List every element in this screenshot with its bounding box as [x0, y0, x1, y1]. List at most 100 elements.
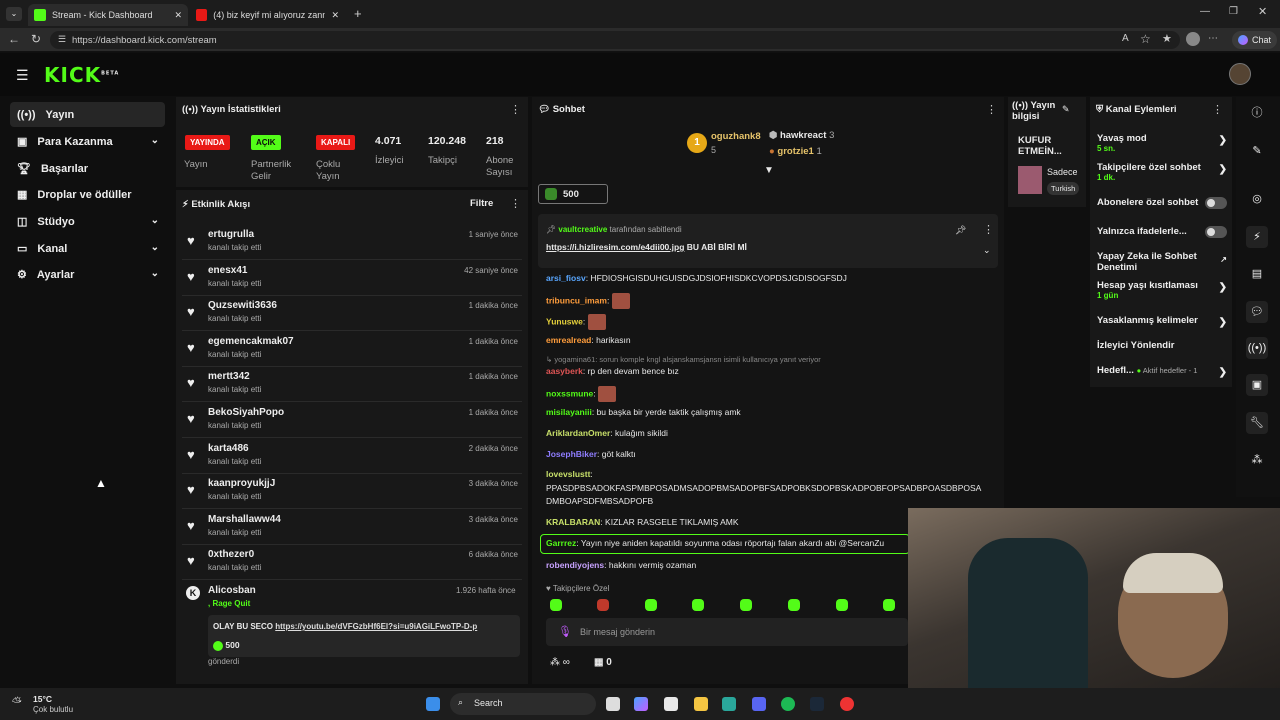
- emote-only-action[interactable]: Yalnızca ifadelerle...: [1097, 226, 1227, 238]
- sidebar-item-yayin[interactable]: ((•)) Yayın: [10, 102, 165, 127]
- kick-logo[interactable]: KICKBETA: [44, 63, 119, 87]
- sidebar-item-droplar[interactable]: ▦ Droplar ve ödüller: [10, 182, 165, 207]
- edit-icon[interactable]: ✎: [1062, 104, 1070, 115]
- host-action[interactable]: İzleyici Yönlendir: [1097, 340, 1227, 351]
- more-menu-icon[interactable]: ⋯: [1208, 33, 1218, 44]
- chat-username[interactable]: JosephBiker: [546, 449, 597, 459]
- layout-icon[interactable]: ▣: [1246, 374, 1268, 396]
- reload-icon[interactable]: ↻: [31, 32, 41, 46]
- edge-icon[interactable]: [722, 697, 736, 711]
- chat-username[interactable]: Yunuswe: [546, 316, 583, 326]
- camera-icon[interactable]: ◎: [1246, 188, 1268, 210]
- favorite-star-icon[interactable]: ☆: [1140, 32, 1151, 46]
- copilot-icon[interactable]: [634, 697, 648, 711]
- stats-menu-icon[interactable]: ⋮: [510, 103, 521, 116]
- new-tab-icon[interactable]: +: [354, 6, 362, 21]
- subscribers-only-action[interactable]: Abonelere özel sohbet: [1097, 197, 1227, 209]
- chat-username[interactable]: misilayaniii: [546, 407, 592, 417]
- pinned-menu-icon[interactable]: ⋮: [983, 223, 994, 236]
- goals-action[interactable]: Hedefl... ● Aktif hedefler - 1 ❯: [1097, 365, 1227, 378]
- chat-icon[interactable]: 💬︎: [1246, 301, 1268, 323]
- sidebar-item-kanal[interactable]: ▭ Kanal ⌄: [10, 236, 165, 261]
- tab-list-icon[interactable]: ⌄: [6, 7, 22, 21]
- back-icon[interactable]: ←: [8, 32, 20, 46]
- read-aloud-icon[interactable]: A: [1122, 33, 1129, 44]
- category-thumbnail[interactable]: [1018, 166, 1042, 194]
- emote-icon[interactable]: [740, 599, 752, 611]
- activity-name[interactable]: Quzsewiti3636: [208, 300, 277, 311]
- tab-youtube[interactable]: (4) biz keyif mi alıyoruz zannediyo ✕: [190, 4, 345, 26]
- url-input[interactable]: ☰ https://dashboard.kick.com/stream: [50, 31, 1180, 49]
- activity-name[interactable]: karta486: [208, 443, 249, 454]
- kicks-pill[interactable]: 500: [538, 184, 608, 204]
- activity-name[interactable]: enesx41: [208, 265, 247, 276]
- emote-only-toggle[interactable]: [1205, 226, 1227, 238]
- chat-input[interactable]: 🎙︎ Bir mesaj gönderin: [546, 618, 908, 646]
- pinned-link[interactable]: https://i.hizliresim.com/e4dii00.jpg: [546, 242, 684, 252]
- emote-icon[interactable]: [597, 599, 609, 611]
- spotify-icon[interactable]: [781, 697, 795, 711]
- emote-icon[interactable]: [883, 599, 895, 611]
- discord-icon[interactable]: [752, 697, 766, 711]
- top-gifter-1[interactable]: oguzhank8: [711, 131, 761, 142]
- edit-icon[interactable]: ✎: [1246, 140, 1268, 162]
- chat-username[interactable]: emrealread: [546, 335, 591, 345]
- subscribers-only-toggle[interactable]: [1205, 197, 1227, 209]
- bolt-icon[interactable]: ⚡︎: [1246, 226, 1268, 248]
- store-icon[interactable]: [664, 697, 678, 711]
- user-avatar[interactable]: [1229, 63, 1251, 85]
- sidebar-item-studyo[interactable]: ◫ Stüdyo ⌄: [10, 209, 165, 234]
- expand-icon[interactable]: ▼: [764, 165, 774, 176]
- document-icon[interactable]: ▤: [1246, 263, 1268, 285]
- info-icon[interactable]: ⓘ: [1246, 102, 1268, 124]
- microphone-icon[interactable]: 🎙︎: [558, 625, 572, 638]
- gift-counter[interactable]: ▦ 0: [594, 657, 612, 668]
- site-info-icon[interactable]: ☰: [58, 34, 66, 45]
- chevron-down-icon[interactable]: ⌄: [983, 245, 991, 256]
- close-window-icon[interactable]: ✕: [1258, 5, 1267, 18]
- slow-mode-action[interactable]: Yavaş mod 5 sn. ❯: [1097, 133, 1227, 153]
- chat-username[interactable]: AriklardanOmer: [546, 428, 610, 438]
- chat-username[interactable]: noxssmune: [546, 388, 593, 398]
- emote-icon[interactable]: [836, 599, 848, 611]
- account-age-action[interactable]: Hesap yaşı kısıtlaması 1 gün ❯: [1097, 280, 1227, 300]
- sidebar-item-basarilar[interactable]: 🏆︎ Başarılar: [10, 156, 165, 181]
- followers-only-action[interactable]: Takipçilere özel sohbet 1 dk. ❯: [1097, 162, 1227, 182]
- chat-username[interactable]: arsi_fiosv: [546, 273, 586, 283]
- favorites-icon[interactable]: ★: [1162, 32, 1172, 45]
- task-view-icon[interactable]: [606, 697, 620, 711]
- activity-name[interactable]: mertt342: [208, 371, 250, 382]
- hamburger-menu-icon[interactable]: ☰: [16, 67, 29, 84]
- maximize-icon[interactable]: ❐: [1229, 6, 1238, 17]
- activity-menu-icon[interactable]: ⋮: [510, 197, 521, 210]
- wrench-icon[interactable]: 🔧︎: [1246, 412, 1268, 434]
- app-icon[interactable]: [840, 697, 854, 711]
- profile-avatar[interactable]: [1186, 32, 1200, 46]
- file-explorer-icon[interactable]: [694, 697, 708, 711]
- emote-icon[interactable]: [550, 599, 562, 611]
- taskbar-search[interactable]: ⌕ Search: [450, 693, 596, 715]
- broadcast-icon[interactable]: ((•)): [1246, 337, 1268, 359]
- banned-words-action[interactable]: Yasaklanmış kelimeler ❯: [1097, 315, 1227, 328]
- activity-name[interactable]: ertugrulla: [208, 229, 254, 240]
- steam-icon[interactable]: [810, 697, 824, 711]
- windows-start-icon[interactable]: [426, 697, 440, 711]
- activity-name[interactable]: Marshallaww44: [208, 514, 281, 525]
- infinity-icon[interactable]: ⁂ ∞: [550, 657, 570, 668]
- close-icon[interactable]: ✕: [174, 10, 182, 21]
- sidebar-item-ayarlar[interactable]: ⚙ Ayarlar ⌄: [10, 262, 165, 287]
- youtube-link[interactable]: https://youtu.be/dVFGzbHf6El?si=u9iAGiLF…: [275, 622, 477, 631]
- chat-username[interactable]: lovevslustt: [546, 469, 590, 479]
- top-gifter-3[interactable]: ● grotzie1 1: [769, 146, 822, 157]
- emote-icon[interactable]: [788, 599, 800, 611]
- tab-kick-dashboard[interactable]: Stream - Kick Dashboard ✕: [28, 4, 188, 26]
- activity-name[interactable]: egemencakmak07: [208, 336, 294, 347]
- minimize-icon[interactable]: —: [1200, 6, 1210, 17]
- activity-name[interactable]: BekoSiyahPopo: [208, 407, 284, 418]
- ai-moderation-action[interactable]: Yapay Zeka ile Sohbet Denetimi ↗: [1097, 251, 1227, 273]
- top-gifter-2[interactable]: ⬢ hawkreact 3: [769, 130, 834, 141]
- copilot-chat-button[interactable]: Chat: [1232, 31, 1278, 49]
- sidebar-item-para-kazanma[interactable]: ▣ Para Kazanma ⌄: [10, 129, 165, 154]
- activity-name[interactable]: kaanproyukjjJ: [208, 478, 275, 489]
- chat-username[interactable]: robendiyojens: [546, 560, 604, 570]
